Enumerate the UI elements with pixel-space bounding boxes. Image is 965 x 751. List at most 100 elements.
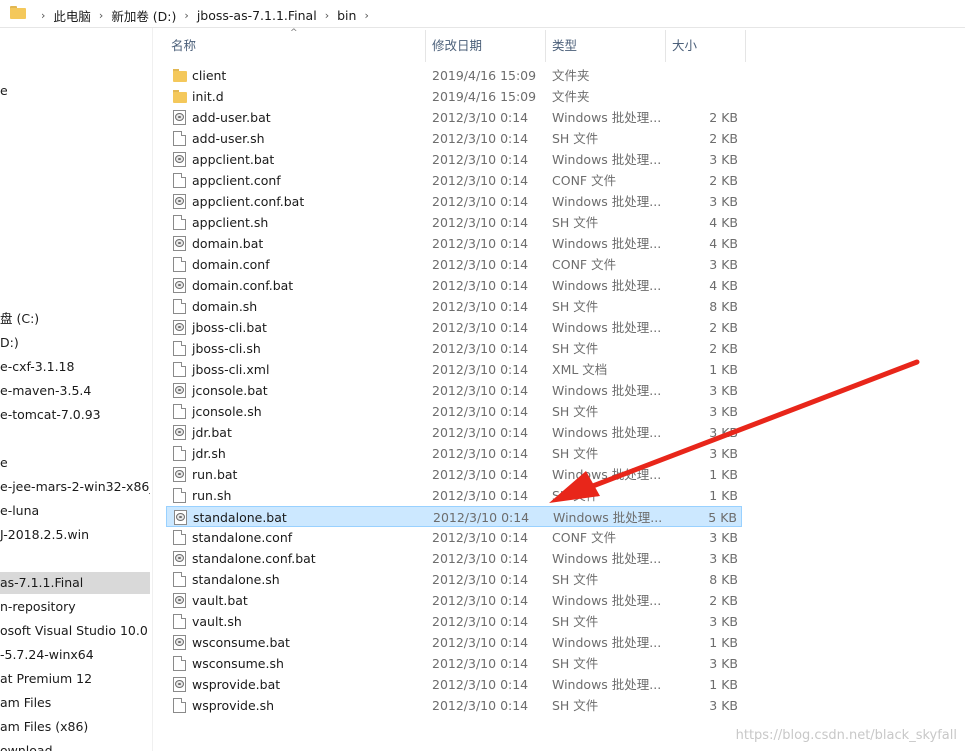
breadcrumb-item[interactable]: bin [337, 8, 356, 23]
file-row[interactable]: wsprovide.sh 2012/3/10 0:14 SH 文件 3 KB [166, 695, 742, 716]
nav-item[interactable]: e-jee-mars-2-win32-x86_64 [0, 476, 150, 498]
file-row[interactable]: jboss-cli.xml 2012/3/10 0:14 XML 文档 1 KB [166, 359, 742, 380]
nav-item[interactable]: e-tomcat-7.0.93 [0, 404, 150, 426]
file-row[interactable]: domain.conf.bat 2012/3/10 0:14 Windows 批处理… [166, 275, 742, 296]
nav-item[interactable]: -5.7.24-winx64 [0, 644, 150, 666]
nav-item[interactable]: e-cxf-3.1.18 [0, 356, 150, 378]
file-date: 2012/3/10 0:14 [432, 383, 529, 398]
nav-item[interactable]: D:) [0, 332, 150, 354]
file-row[interactable]: domain.conf 2012/3/10 0:14 CONF 文件 3 KB [166, 254, 742, 275]
file-size: 3 KB [709, 194, 738, 209]
file-type: SH 文件 [552, 614, 599, 629]
file-row[interactable]: standalone.conf.bat 2012/3/10 0:14 Windows… [166, 548, 742, 569]
file-row[interactable]: domain.sh 2012/3/10 0:14 SH 文件 8 KB [166, 296, 742, 317]
column-header-date[interactable]: 修改日期 [432, 30, 542, 62]
batch-file-icon [173, 677, 186, 692]
file-size: 4 KB [709, 236, 738, 251]
pane-divider[interactable] [152, 28, 153, 751]
file-type: Windows 批处理... [552, 593, 662, 608]
nav-item[interactable]: osoft Visual Studio 10.0 [0, 620, 150, 642]
file-size: 2 KB [709, 320, 738, 335]
nav-item-label: am Files (x86) [0, 719, 89, 734]
file-name: appclient.conf [192, 173, 281, 188]
file-row[interactable]: domain.bat 2012/3/10 0:14 Windows 批处理... 4 … [166, 233, 742, 254]
file-icon [173, 173, 186, 188]
file-date: 2012/3/10 0:14 [432, 593, 529, 608]
nav-item[interactable]: 盘 (C:) [0, 308, 150, 330]
file-name: appclient.bat [192, 152, 275, 167]
column-divider[interactable] [665, 30, 666, 62]
nav-item[interactable]: e [0, 80, 150, 102]
file-row[interactable]: standalone.sh 2012/3/10 0:14 SH 文件 8 KB [166, 569, 742, 590]
nav-item[interactable]: n-repository [0, 596, 150, 618]
nav-item[interactable]: e-maven-3.5.4 [0, 380, 150, 402]
file-row[interactable]: standalone.conf 2012/3/10 0:14 CONF 文件 3 KB [166, 527, 742, 548]
file-row[interactable]: wsconsume.sh 2012/3/10 0:14 SH 文件 3 KB [166, 653, 742, 674]
file-row[interactable]: jconsole.bat 2012/3/10 0:14 Windows 批处理...… [166, 380, 742, 401]
file-row[interactable]: run.sh 2012/3/10 0:14 SH 文件 1 KB [166, 485, 742, 506]
chevron-right-icon[interactable]: › [184, 9, 188, 22]
file-row[interactable]: jdr.sh 2012/3/10 0:14 SH 文件 3 KB [166, 443, 742, 464]
file-type: Windows 批处理... [552, 383, 662, 398]
column-divider[interactable] [745, 30, 746, 62]
chevron-right-icon[interactable]: › [325, 9, 329, 22]
file-type: SH 文件 [552, 131, 599, 146]
file-name: client [192, 68, 227, 83]
nav-item[interactable]: J-2018.2.5.win [0, 524, 150, 546]
file-row[interactable]: jboss-cli.bat 2012/3/10 0:14 Windows 批处理..… [166, 317, 742, 338]
file-row[interactable]: jconsole.sh 2012/3/10 0:14 SH 文件 3 KB [166, 401, 742, 422]
nav-item-label: at Premium 12 [0, 671, 93, 686]
file-row[interactable]: appclient.conf.bat 2012/3/10 0:14 Windows … [166, 191, 742, 212]
nav-item[interactable]: am Files (x86) [0, 716, 150, 738]
file-row[interactable]: add-user.bat 2012/3/10 0:14 Windows 批处理...… [166, 107, 742, 128]
file-icon [173, 131, 186, 146]
batch-file-icon [173, 551, 186, 566]
file-row[interactable]: client 2019/4/16 15:09 文件夹 [166, 65, 742, 86]
file-date: 2012/3/10 0:14 [432, 656, 529, 671]
batch-file-icon [173, 152, 186, 167]
breadcrumb-item[interactable]: jboss-as-7.1.1.Final [197, 8, 317, 23]
nav-item[interactable]: am Files [0, 692, 150, 714]
file-row[interactable]: init.d 2019/4/16 15:09 文件夹 [166, 86, 742, 107]
file-row[interactable]: run.bat 2012/3/10 0:14 Windows 批处理... 1 KB [166, 464, 742, 485]
file-row[interactable]: appclient.conf 2012/3/10 0:14 CONF 文件 2 KB [166, 170, 742, 191]
file-row[interactable]: vault.sh 2012/3/10 0:14 SH 文件 3 KB [166, 611, 742, 632]
file-type: CONF 文件 [552, 257, 617, 272]
column-divider[interactable] [425, 30, 426, 62]
file-size: 2 KB [709, 110, 738, 125]
nav-item[interactable]: e-luna [0, 500, 150, 522]
file-date: 2012/3/10 0:14 [432, 257, 529, 272]
address-bar[interactable]: › 此电脑 › 新加卷 (D:) › jboss-as-7.1.1.Final … [0, 0, 965, 28]
file-date: 2012/3/10 0:14 [432, 215, 529, 230]
chevron-right-icon[interactable]: › [364, 9, 368, 22]
file-date: 2012/3/10 0:14 [432, 110, 529, 125]
nav-item[interactable]: as-7.1.1.Final [0, 572, 150, 594]
nav-item[interactable]: ownload [0, 740, 150, 751]
file-row[interactable]: add-user.sh 2012/3/10 0:14 SH 文件 2 KB [166, 128, 742, 149]
file-size: 3 KB [709, 152, 738, 167]
column-header-size[interactable]: 大小 [672, 30, 742, 62]
file-row[interactable]: jboss-cli.sh 2012/3/10 0:14 SH 文件 2 KB [166, 338, 742, 359]
column-divider[interactable] [545, 30, 546, 62]
file-row[interactable]: wsconsume.bat 2012/3/10 0:14 Windows 批处理..… [166, 632, 742, 653]
file-row[interactable]: appclient.bat 2012/3/10 0:14 Windows 批处理..… [166, 149, 742, 170]
column-header-name[interactable]: 名称 [171, 30, 421, 62]
file-row[interactable]: jdr.bat 2012/3/10 0:14 Windows 批处理... 3 KB [166, 422, 742, 443]
file-type: Windows 批处理... [552, 635, 662, 650]
file-row[interactable]: standalone.bat 2012/3/10 0:14 Windows 批处理.… [166, 506, 742, 527]
file-row[interactable]: appclient.sh 2012/3/10 0:14 SH 文件 4 KB [166, 212, 742, 233]
file-size: 1 KB [709, 677, 738, 692]
file-row[interactable]: wsprovide.bat 2012/3/10 0:14 Windows 批处理..… [166, 674, 742, 695]
nav-item[interactable]: e [0, 452, 150, 474]
chevron-right-icon[interactable]: › [41, 9, 45, 22]
file-size: 2 KB [709, 341, 738, 356]
column-header-type[interactable]: 类型 [552, 30, 662, 62]
chevron-right-icon[interactable]: › [99, 9, 103, 22]
nav-item[interactable]: at Premium 12 [0, 668, 150, 690]
file-type: XML 文档 [552, 362, 608, 377]
file-row[interactable]: vault.bat 2012/3/10 0:14 Windows 批处理... 2 K… [166, 590, 742, 611]
file-date: 2012/3/10 0:14 [432, 320, 529, 335]
breadcrumb-item[interactable]: 此电脑 [53, 6, 91, 25]
batch-file-icon [173, 236, 186, 251]
breadcrumb-item[interactable]: 新加卷 (D:) [111, 6, 176, 25]
